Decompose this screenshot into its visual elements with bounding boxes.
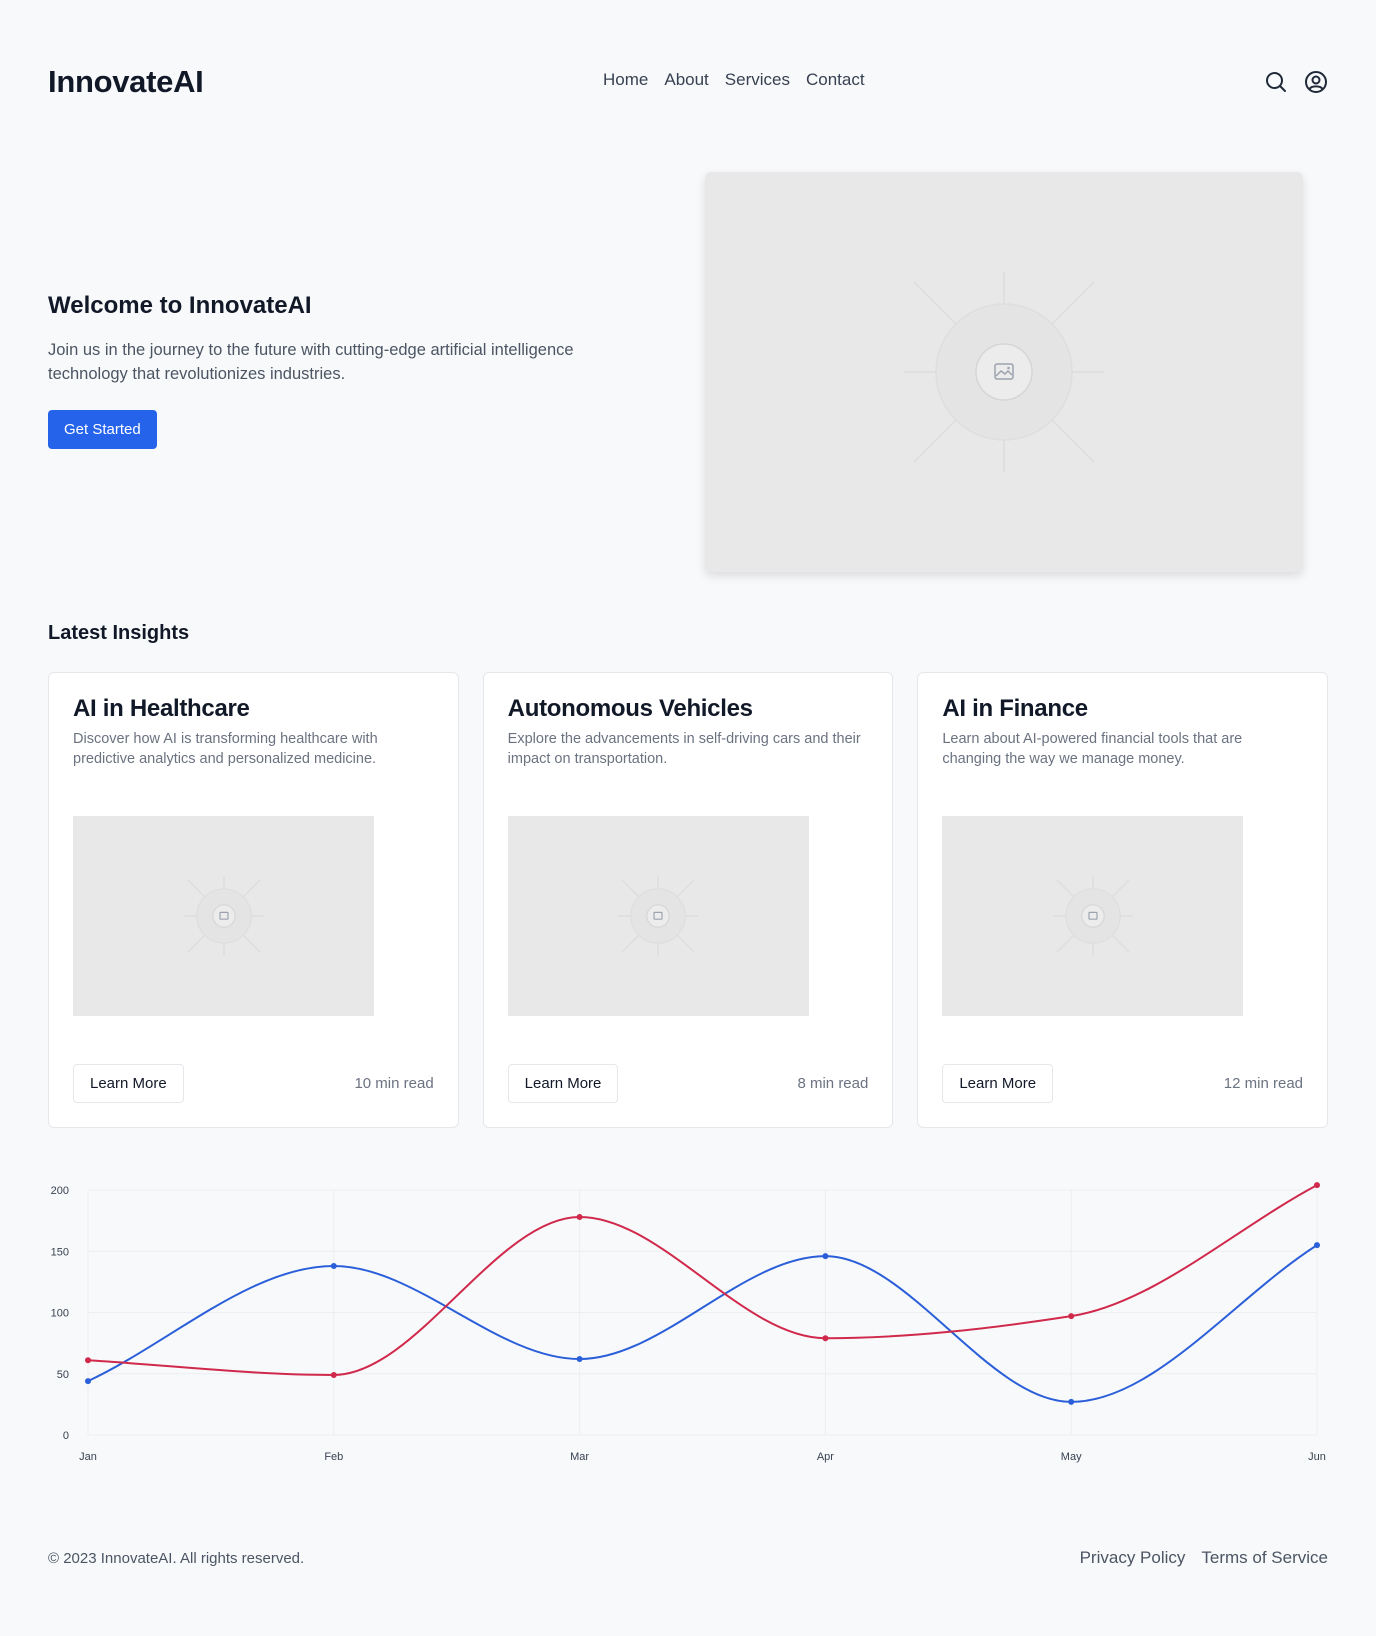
hero: Welcome to InnovateAI Join us in the jou… (48, 292, 648, 449)
card-title: AI in Healthcare (73, 695, 250, 722)
card-footer: Learn More 12 min read (942, 1064, 1303, 1103)
hero-image-placeholder (705, 172, 1303, 572)
header-actions (1264, 70, 1328, 94)
data-point (1068, 1398, 1075, 1405)
hero-subtitle: Join us in the journey to the future wit… (48, 341, 574, 383)
read-time: 8 min read (797, 1075, 869, 1092)
site-header: InnovateAI Home About Services Contact (48, 60, 1328, 104)
nav-about[interactable]: About (664, 70, 708, 90)
card-footer: Learn More 8 min read (507, 1064, 869, 1103)
data-point (330, 1262, 337, 1269)
insights-cards: AI in Healthcare Discover how AI is tran… (48, 672, 1329, 1128)
learn-more-button[interactable]: Learn More (507, 1064, 619, 1103)
get-started-button[interactable]: Get Started (48, 410, 157, 449)
series-line (87, 1184, 1318, 1376)
main-nav: Home About Services Contact (603, 70, 865, 90)
data-point (576, 1356, 583, 1363)
y-tick-label: 50 (57, 1369, 69, 1381)
data-point (822, 1253, 829, 1260)
line-chart: 0 50 100 150 200 Jan Feb Mar Apr May Jun (51, 1182, 1326, 1463)
insight-card: AI in Finance Learn about AI-powered fin… (917, 672, 1329, 1128)
image-placeholder-icon (618, 876, 699, 956)
copyright: © 2023 InnovateAI. All rights reserved. (48, 1549, 305, 1567)
terms-of-service-link[interactable]: Terms of Service (1201, 1548, 1328, 1568)
series-line (87, 1244, 1318, 1403)
x-tick-label: Jun (1308, 1451, 1326, 1463)
learn-more-button[interactable]: Learn More (942, 1064, 1054, 1103)
nav-contact[interactable]: Contact (806, 70, 865, 90)
data-point (1068, 1313, 1075, 1320)
x-tick-label: Apr (817, 1451, 834, 1463)
y-tick-label: 0 (63, 1430, 69, 1442)
learn-more-button[interactable]: Learn More (73, 1064, 184, 1103)
card-title: Autonomous Vehicles (507, 695, 753, 722)
y-tick-label: 150 (51, 1246, 69, 1258)
data-point (576, 1213, 583, 1220)
insight-card: Autonomous Vehicles Explore the advancem… (482, 672, 894, 1128)
card-description: Explore the advancements in self-driving… (507, 731, 861, 767)
card-title: AI in Finance (942, 695, 1088, 722)
hero-title: Welcome to InnovateAI (48, 292, 312, 319)
x-tick-label: Feb (324, 1451, 343, 1463)
x-tick-label: May (1061, 1451, 1082, 1463)
nav-services[interactable]: Services (725, 70, 790, 90)
insights-title: Latest Insights (48, 622, 190, 644)
read-time: 12 min read (1223, 1075, 1304, 1092)
data-point (330, 1371, 337, 1378)
footer-links: Privacy Policy Terms of Service (1080, 1548, 1328, 1568)
card-description: Learn about AI-powered financial tools t… (942, 731, 1243, 767)
x-tick-label: Mar (570, 1451, 589, 1463)
card-footer: Learn More 10 min read (73, 1064, 434, 1103)
card-image-placeholder (73, 816, 374, 1016)
x-tick-label: Jan (79, 1451, 97, 1463)
user-icon[interactable] (1304, 70, 1328, 94)
y-tick-label: 100 (51, 1308, 69, 1320)
site-footer: © 2023 InnovateAI. All rights reserved. … (48, 1548, 1328, 1568)
card-image-placeholder (507, 816, 809, 1016)
image-placeholder-icon (1052, 876, 1133, 956)
y-tick-label: 200 (51, 1185, 69, 1197)
data-point (1314, 1182, 1320, 1189)
insight-card: AI in Healthcare Discover how AI is tran… (48, 672, 459, 1128)
card-description: Discover how AI is transforming healthca… (73, 731, 378, 767)
read-time: 10 min read (354, 1075, 434, 1092)
data-point (1314, 1242, 1320, 1249)
image-placeholder-icon (183, 876, 264, 956)
data-point (85, 1378, 91, 1385)
data-point (822, 1335, 829, 1342)
search-icon[interactable] (1264, 70, 1288, 94)
privacy-policy-link[interactable]: Privacy Policy (1080, 1548, 1186, 1568)
logo[interactable]: InnovateAI (48, 64, 204, 100)
image-placeholder-icon (904, 272, 1104, 472)
data-point (85, 1357, 91, 1364)
nav-home[interactable]: Home (603, 70, 648, 90)
card-image-placeholder (942, 816, 1244, 1016)
